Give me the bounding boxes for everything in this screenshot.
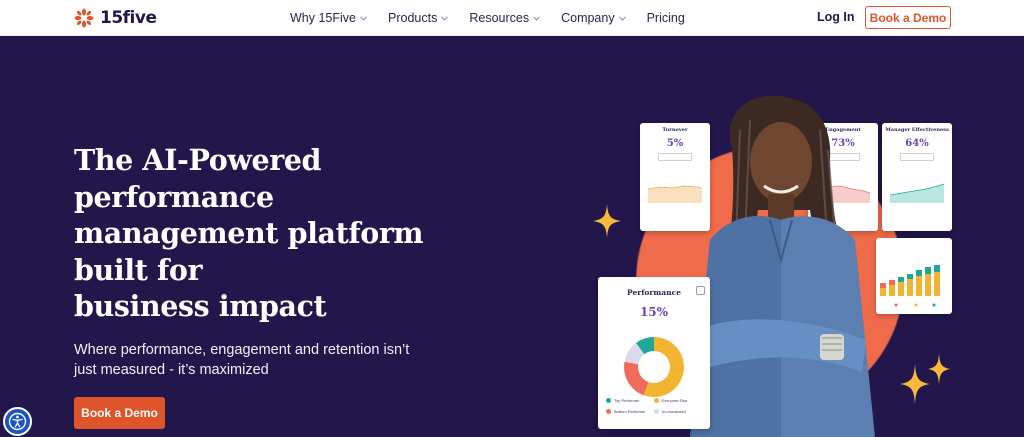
hero-title-line: management platform [74,216,424,250]
hero-title-line: business impact [74,289,327,323]
legend-swatch [653,398,659,403]
metric-card-action [900,153,934,161]
menu-item-products[interactable]: Products [388,11,449,25]
menu-item-label: Resources [469,11,530,25]
menu-item-pricing[interactable]: Pricing [647,11,685,25]
sparkle-icon [593,204,621,238]
hero-title-line: performance [74,179,274,214]
legend-label: Bottom Performer [614,409,646,414]
menu-item-label: Company [561,11,615,25]
chevron-down-icon [360,15,367,21]
performance-legend: Top Performer Everyone Else Bottom Perfo… [606,398,701,414]
menu-item-why-15five[interactable]: Why 15Five [290,11,367,25]
legend-item: Top Performer [606,398,654,403]
performance-donut-chart [624,337,684,398]
brand-logo[interactable]: 15five [74,8,157,28]
hero-title-line: The AI-Powered [74,143,322,177]
logo-burst-icon [74,8,94,28]
settings-icon [696,286,705,295]
main-menu: Why 15Five Products Resources Company Pr… [290,0,706,36]
legend-item: Everyone Else [653,398,702,403]
menu-item-label: Products [388,11,438,25]
hero-subtitle: Where performance, engagement and retent… [74,342,410,378]
legend-item: Un-measured [653,409,702,414]
metric-area-chart [889,183,945,203]
performance-card: Performance 15% Top Performer Everyone E… [598,277,710,429]
legend-swatch [606,398,611,403]
legend-swatch [653,409,659,414]
legend-label: Everyone Else [661,398,688,403]
hero-book-demo-button[interactable]: Book a Demo [74,397,165,429]
top-navigation: 15five Why 15Five Products Resources Com… [0,0,1024,36]
hero-title: The AI-Powered performance management pl… [74,142,454,325]
menu-item-label: Pricing [646,11,685,25]
hero-title-line: built for [74,252,203,287]
legend-item: Bottom Performer [606,409,654,414]
logo-wordmark: 15five [100,8,157,28]
chevron-down-icon [533,15,540,21]
accessibility-button[interactable] [3,407,32,436]
metric-card-value: 64% [905,138,929,149]
sparkle-icon [928,354,950,384]
sparkle-icon [900,364,930,404]
login-link[interactable]: Log In [817,10,855,24]
legend-label: Un-measured [661,409,686,414]
chevron-down-icon [618,15,626,21]
chevron-down-icon [441,15,449,21]
menu-item-resources[interactable]: Resources [469,11,540,25]
menu-item-company[interactable]: Company [561,11,626,25]
menu-item-label: Why 15Five [290,11,356,25]
accessibility-icon [8,412,27,431]
performance-value: 15% [639,305,669,319]
book-demo-button[interactable]: Book a Demo [865,6,951,29]
hero-illustration: Turnover 5% Engagement 73% Manager Effec… [590,90,970,437]
legend-swatch [606,409,611,414]
metric-card-manager-effectiveness: Manager Effectiveness 64% [882,123,952,231]
metric-card-title: Manager Effectiveness [885,127,949,133]
legend-label: Top Performer [614,398,640,403]
performance-title: Performance [627,288,681,297]
